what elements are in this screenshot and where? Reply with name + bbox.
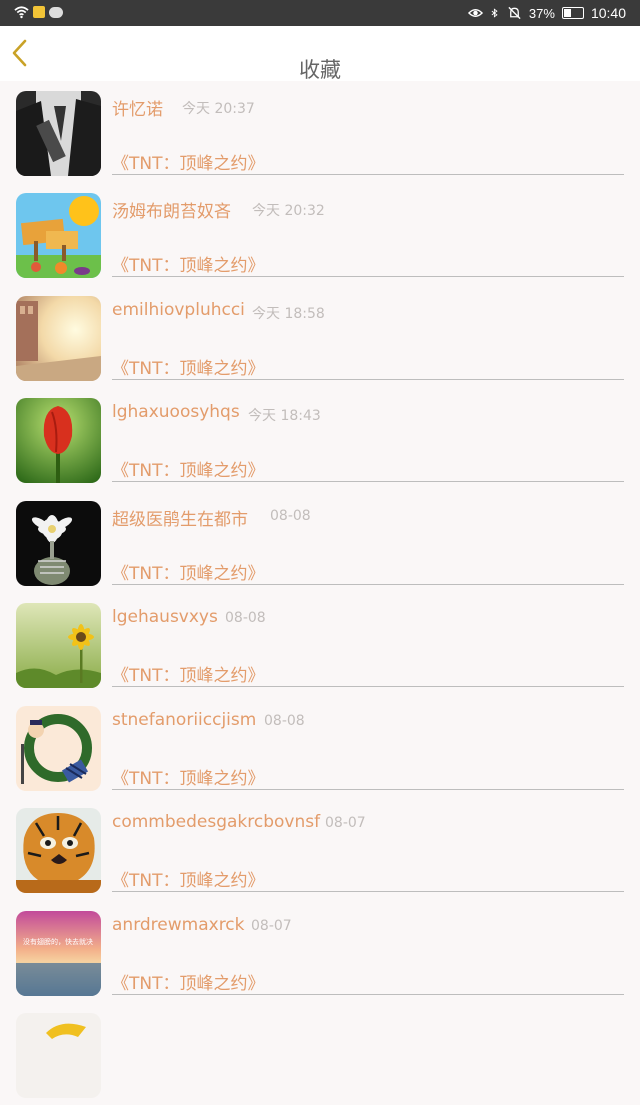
avatar: [16, 501, 101, 586]
divider: [112, 994, 624, 995]
timestamp: 今天 18:43: [248, 408, 321, 424]
battery-icon: [561, 7, 584, 19]
book-title[interactable]: 《TNT：顶峰之约》: [112, 251, 265, 276]
username: anrdrewmaxrck: [112, 915, 245, 935]
page-title: 收藏: [299, 58, 341, 82]
username: 汤姆布朗苔奴吝: [112, 202, 231, 222]
list-item[interactable]: 超级医鹃生在都市 08-08 《TNT：顶峰之约》: [0, 491, 640, 593]
status-bar: 37% 10:40: [0, 0, 640, 26]
book-title[interactable]: 《TNT：顶峰之约》: [112, 866, 265, 891]
timestamp: 今天 18:58: [252, 306, 325, 322]
list-item[interactable]: [0, 1003, 640, 1105]
avatar: [16, 603, 101, 688]
divider: [112, 686, 624, 687]
avatar: [16, 398, 101, 483]
username: commbedesgakrcbovnsf: [112, 812, 321, 832]
divider: [112, 276, 624, 277]
list-item[interactable]: 许忆诺 今天 20:37 《TNT：顶峰之约》: [0, 81, 640, 183]
header: 收藏: [0, 26, 640, 82]
list-item[interactable]: 没有翅膀的，快去就决 anrdrewmaxrck 08-07 《TNT：顶峰之约…: [0, 901, 640, 1003]
chat-icon: [49, 6, 63, 18]
eye-icon: [467, 9, 483, 17]
bluetooth-icon: [491, 8, 498, 18]
timestamp: 08-08: [264, 713, 305, 729]
username: emilhiovpluhcci: [112, 300, 245, 320]
timestamp: 08-08: [225, 610, 266, 626]
battery-percent: 37%: [528, 5, 555, 21]
username: 超级医鹃生在都市: [112, 510, 248, 530]
avatar: [16, 193, 101, 278]
timestamp: 08-07: [325, 815, 366, 831]
timestamp: 08-07: [251, 918, 292, 934]
avatar-text: 没有翅膀的，快去就决: [23, 937, 93, 946]
app-badge-icon: [33, 6, 45, 18]
username: stnefanoriiccjism: [112, 710, 257, 730]
timestamp: 今天 20:37: [182, 101, 255, 117]
divider: [112, 481, 624, 482]
book-title[interactable]: 《TNT：顶峰之约》: [112, 559, 265, 584]
timestamp: 08-08: [270, 508, 311, 524]
list-item[interactable]: lghaxuoosyhqs 今天 18:43 《TNT：顶峰之约》: [0, 388, 640, 490]
avatar: [16, 1013, 101, 1098]
divider: [112, 174, 624, 175]
divider: [112, 379, 624, 380]
book-title[interactable]: 《TNT：顶峰之约》: [112, 354, 265, 379]
username: lghaxuoosyhqs: [112, 402, 240, 422]
avatar: [16, 808, 101, 893]
mute-icon: [508, 6, 521, 20]
wifi-icon: [14, 6, 29, 19]
clock: 10:40: [590, 5, 626, 21]
book-title[interactable]: 《TNT：顶峰之约》: [112, 456, 265, 481]
avatar: 没有翅膀的，快去就决: [16, 911, 101, 996]
avatar: [16, 296, 101, 381]
username: lgehausvxys: [112, 607, 218, 627]
divider: [112, 584, 624, 585]
book-title[interactable]: 《TNT：顶峰之约》: [112, 969, 265, 994]
list-item[interactable]: lgehausvxys 08-08 《TNT：顶峰之约》: [0, 593, 640, 695]
book-title[interactable]: 《TNT：顶峰之约》: [112, 764, 265, 789]
list-item[interactable]: stnefanoriiccjism 08-08 《TNT：顶峰之约》: [0, 696, 640, 798]
list-item[interactable]: emilhiovpluhcci 今天 18:58 《TNT：顶峰之约》: [0, 286, 640, 388]
divider: [112, 789, 624, 790]
avatar: [16, 706, 101, 791]
book-title[interactable]: 《TNT：顶峰之约》: [112, 661, 265, 686]
username: 许忆诺: [112, 100, 163, 120]
divider: [112, 891, 624, 892]
book-title[interactable]: 《TNT：顶峰之约》: [112, 149, 265, 174]
timestamp: 今天 20:32: [252, 203, 325, 219]
list-item[interactable]: commbedesgakrcbovnsf 08-07 《TNT：顶峰之约》: [0, 798, 640, 900]
list-item[interactable]: 汤姆布朗苔奴吝 今天 20:32 《TNT：顶峰之约》: [0, 183, 640, 285]
avatar: [16, 91, 101, 176]
